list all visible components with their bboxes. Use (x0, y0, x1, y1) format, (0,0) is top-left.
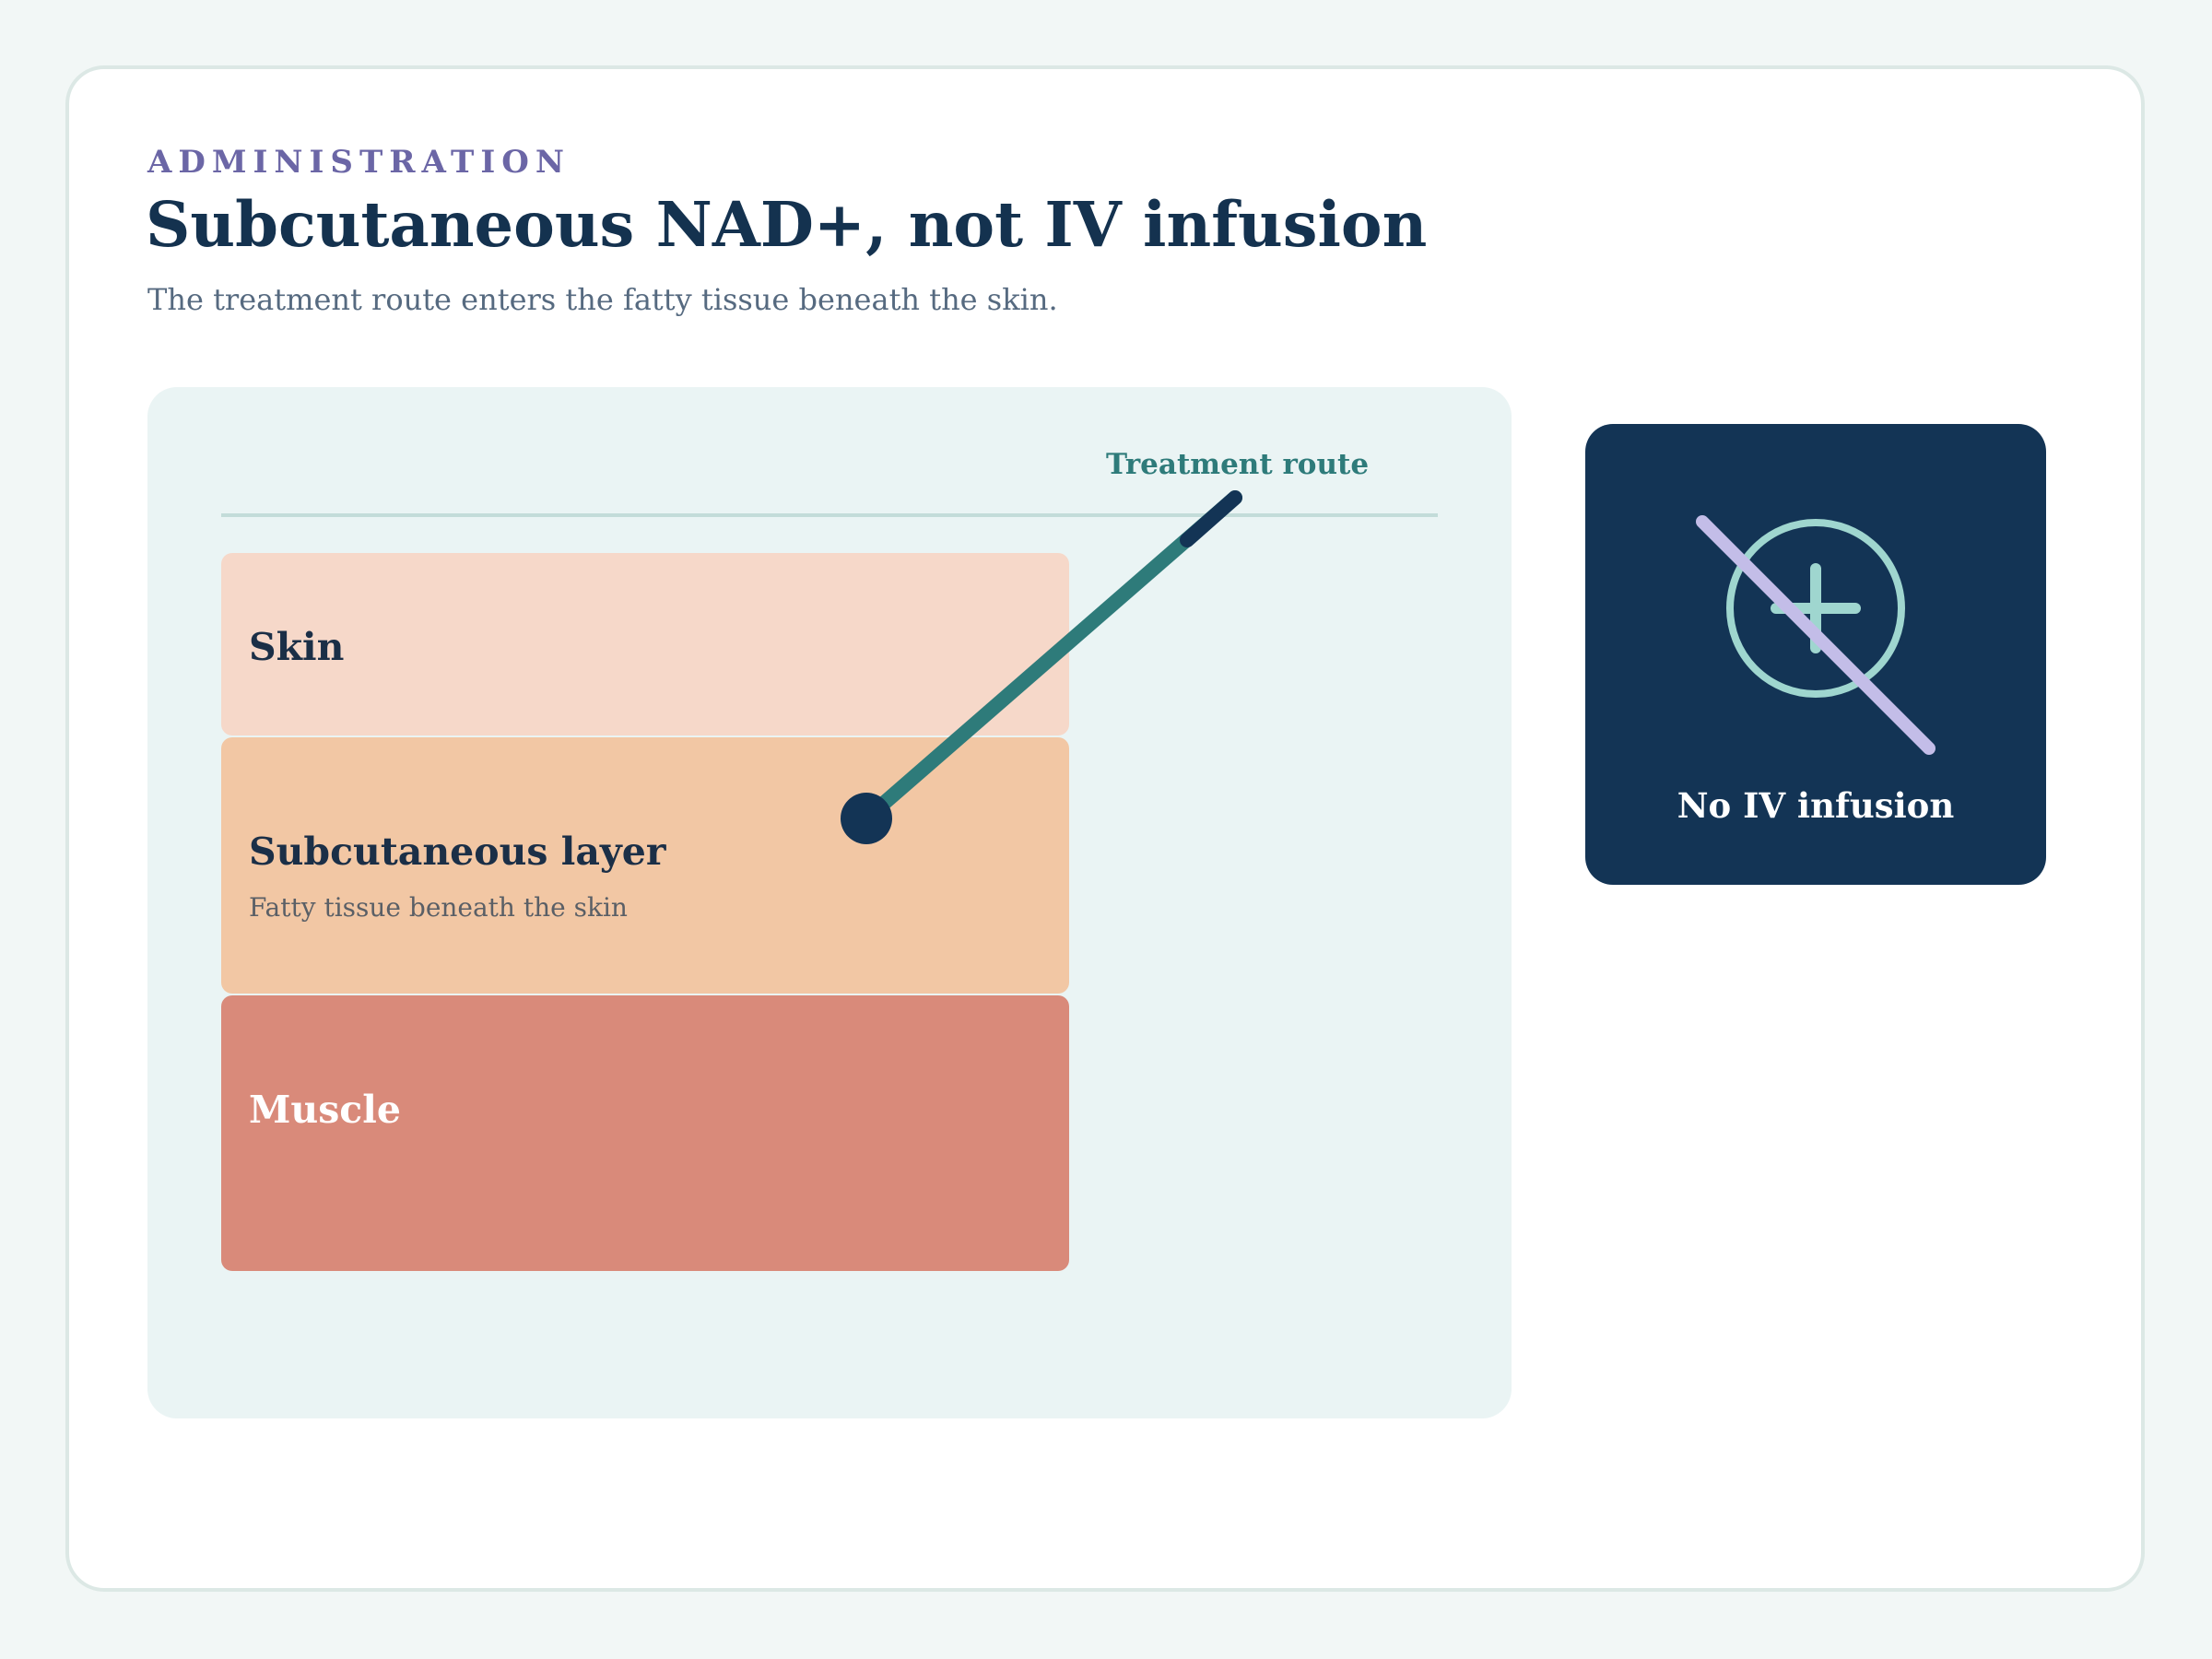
page-subtitle: The treatment route enters the fatty tis… (147, 282, 1058, 317)
subcutaneous-layer-label: Subcutaneous layer (249, 830, 666, 874)
muscle-layer: Muscle (221, 995, 1069, 1271)
muscle-layer-label: Muscle (249, 1088, 401, 1132)
page-title: Subcutaneous NAD+, not IV infusion (146, 188, 1428, 261)
treatment-route-label: Treatment route (1106, 448, 1370, 481)
skin-layer-label: Skin (249, 625, 345, 669)
no-iv-infusion-card: No IV infusion (1585, 424, 2046, 885)
subcutaneous-layer-sublabel: Fatty tissue beneath the skin (249, 892, 628, 923)
no-iv-infusion-label: No IV infusion (1677, 785, 1955, 826)
skin-surface-line (221, 513, 1438, 517)
subcutaneous-layer: Subcutaneous layer Fatty tissue beneath … (221, 737, 1069, 994)
skin-layer: Skin (221, 553, 1069, 735)
section-eyebrow: ADMINISTRATION (147, 144, 571, 181)
